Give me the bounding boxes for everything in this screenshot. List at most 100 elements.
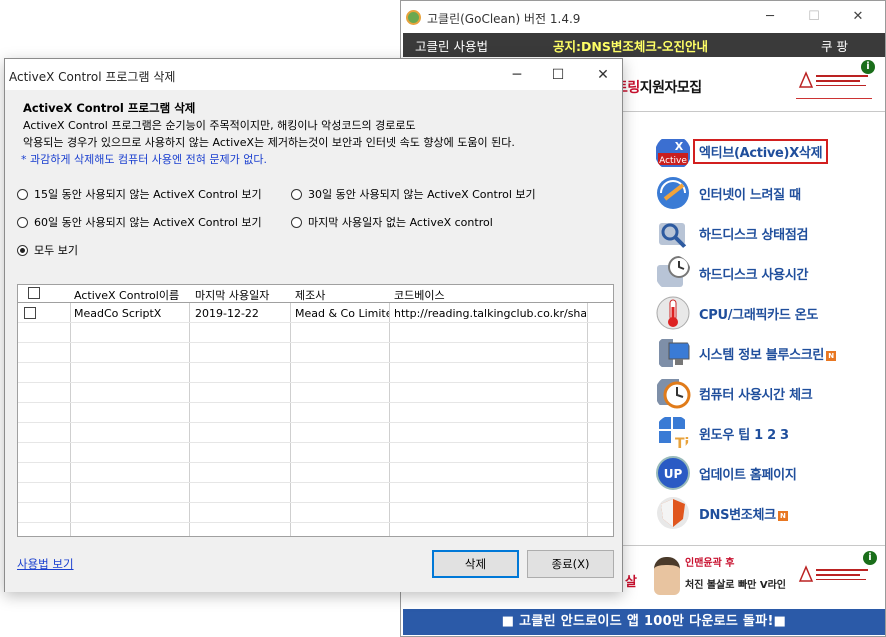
menu-item-usage-time-check[interactable]: 컴퓨터 사용시간 체크: [655, 375, 885, 411]
delete-button[interactable]: 삭제: [432, 550, 519, 578]
maximize-button[interactable]: ☐: [538, 63, 578, 87]
dialog-title: ActiveX Control 프로그램 삭제: [9, 70, 176, 84]
column-header-codebase[interactable]: 코드베이스: [394, 287, 445, 303]
disk-check-label: 하드디스크 상태점검: [699, 228, 809, 243]
menu-item-update[interactable]: UP 업데이트 홈페이지: [655, 455, 885, 491]
table-row: [18, 383, 613, 403]
radio-no-last-used[interactable]: 마지막 사용일자 없는 ActiveX control: [291, 214, 493, 230]
menu-item-windows-tip[interactable]: Tip 윈도우 팁 1 2 3: [655, 415, 885, 451]
menu-item-internet-slow[interactable]: 인터넷이 느려질 때: [655, 175, 885, 211]
ad-logo: [796, 563, 872, 593]
tip-icon: Tip: [659, 417, 691, 451]
activex-list-table[interactable]: ActiveX Control이름 마지막 사용일자 제조사 코드베이스 Mea…: [17, 284, 614, 537]
menu-usage-link[interactable]: 고클린 사용법: [415, 36, 488, 55]
minimize-button[interactable]: ─: [497, 63, 537, 87]
disk-time-icon: [657, 256, 690, 287]
column-header-name[interactable]: ActiveX Control이름: [74, 287, 179, 303]
shield-icon: [657, 497, 689, 529]
table-row: [18, 403, 613, 423]
table-row: [18, 343, 613, 363]
new-badge-icon: N: [777, 510, 788, 521]
activex-icon: Active X: [656, 139, 690, 167]
clock-icon: [657, 379, 691, 409]
dialog-note: * 과감하게 삭제해도 컴퓨터 사용엔 전혀 문제가 없다.: [21, 153, 267, 166]
radio-15days[interactable]: 15일 동안 사용되지 않는 ActiveX Control 보기: [17, 186, 262, 202]
menu-item-dns-check[interactable]: DNS변조체크 N: [655, 495, 885, 531]
row-checkbox[interactable]: [24, 307, 36, 319]
system-info-label: 시스템 정보 블루스크린 N: [699, 344, 837, 363]
svg-text:X: X: [675, 140, 684, 153]
radio-30days[interactable]: 30일 동안 사용되지 않는 ActiveX Control 보기: [291, 186, 536, 202]
radio-indicator: [17, 217, 28, 228]
dialog-titlebar: ActiveX Control 프로그램 삭제 ─ ☐ ✕: [5, 59, 622, 90]
goclean-app-icon: [406, 10, 421, 25]
menu-item-activex-delete[interactable]: Active X 엑티브(Active)X삭제: [655, 135, 885, 171]
radio-60days[interactable]: 60일 동안 사용되지 않는 ActiveX Control 보기: [17, 214, 262, 230]
description-line2: 악용되는 경우가 있으므로 사용하지 않는 ActiveX는 제거하는것이 보안…: [23, 136, 515, 149]
ad-logo-graphic: [798, 71, 868, 88]
dialog-description: ActiveX Control 프로그램은 순기능이 주목적이지만, 해킹이나 …: [23, 117, 613, 151]
close-button[interactable]: ✕: [843, 6, 873, 28]
windows-tip-label: 윈도우 팁 1 2 3: [699, 428, 789, 443]
system-info-icon: [659, 339, 690, 367]
dialog-body: ActiveX Control 프로그램 삭제 ActiveX Control …: [5, 90, 622, 592]
ad-person-image: [654, 557, 680, 595]
menu-notice-link[interactable]: 공지:DNS변조체크-오진안내: [553, 36, 708, 55]
svg-text:Active: Active: [659, 156, 687, 166]
menu-item-temperature[interactable]: CPU/그래픽카드 온도: [655, 295, 885, 331]
table-row: [18, 423, 613, 443]
temperature-label: CPU/그래픽카드 온도: [699, 308, 819, 323]
bottom-ad-text: 살: [625, 575, 637, 590]
radio-indicator: [291, 217, 302, 228]
cell-name: MeadCo ScriptX: [74, 307, 162, 320]
info-icon[interactable]: i: [861, 60, 875, 74]
internet-speed-icon: [657, 177, 689, 209]
status-banner[interactable]: ■ 고클린 안드로이드 앱 100만 다운로드 돌파!■: [403, 609, 885, 635]
svg-text:Tip: Tip: [675, 436, 691, 451]
table-row: [18, 483, 613, 503]
info-icon[interactable]: i: [863, 551, 877, 565]
menu-item-system-info[interactable]: 시스템 정보 블루스크린 N: [655, 335, 885, 371]
disk-check-icon: [659, 223, 687, 249]
promo-line1: 인맨윤곽 후: [685, 558, 735, 569]
activex-dialog: ActiveX Control 프로그램 삭제 ─ ☐ ✕ ActiveX Co…: [4, 58, 623, 592]
cell-codebase: http://reading.talkingclub.co.kr/shar...: [394, 307, 586, 320]
close-button[interactable]: ✕: [583, 63, 623, 87]
update-homepage-label: 업데이트 홈페이지: [699, 468, 797, 483]
goclean-titlebar: 고클린(GoClean) 버전 1.4.9 ─ ☐ ✕: [401, 1, 885, 33]
table-row: [18, 443, 613, 463]
dns-check-label: DNS변조체크 N: [699, 504, 788, 523]
minimize-button[interactable]: ─: [755, 6, 785, 28]
usage-guide-link[interactable]: 사용법 보기: [17, 556, 74, 572]
description-line1: ActiveX Control 프로그램은 순기능이 주목적이지만, 해킹이나 …: [23, 119, 416, 132]
new-badge-icon: N: [826, 350, 837, 361]
update-icon: UP: [656, 456, 690, 490]
dialog-heading: ActiveX Control 프로그램 삭제: [23, 101, 196, 115]
goclean-menubar: 고클린 사용법 공지:DNS변조체크-오진안내 쿠 팡: [403, 33, 885, 57]
radio-indicator: [291, 189, 302, 200]
menu-item-disk-check[interactable]: 하드디스크 상태점검: [655, 215, 885, 251]
column-header-manufacturer[interactable]: 제조사: [295, 287, 325, 303]
internet-slow-label: 인터넷이 느려질 때: [699, 188, 801, 203]
column-header-last-used[interactable]: 마지막 사용일자: [195, 287, 269, 303]
select-all-checkbox[interactable]: [28, 287, 40, 299]
table-row[interactable]: MeadCo ScriptX 2019-12-22 Mead & Co Limi…: [18, 303, 613, 323]
radio-indicator: [17, 189, 28, 200]
cell-last-used: 2019-12-22: [195, 307, 259, 320]
radio-indicator: [17, 245, 28, 256]
ad-logo-graphic: [798, 565, 868, 582]
promo-line2: 처진 볼살로 빠만 V라인: [685, 580, 786, 591]
usage-time-check-label: 컴퓨터 사용시간 체크: [699, 388, 813, 403]
menu-item-disk-usage-time[interactable]: 하드디스크 사용시간: [655, 255, 885, 291]
table-row: [18, 323, 613, 343]
ad-logo: [796, 69, 872, 99]
radio-show-all[interactable]: 모두 보기: [17, 242, 78, 258]
recruit-ad-text: 트링지원자모집: [615, 80, 702, 96]
maximize-button[interactable]: ☐: [799, 6, 829, 28]
cell-manufacturer: Mead & Co Limited: [295, 307, 389, 320]
table-row: [18, 463, 613, 483]
menu-coupon-link[interactable]: 쿠 팡: [821, 36, 848, 55]
exit-button[interactable]: 종료(X): [527, 550, 614, 578]
table-row: [18, 503, 613, 523]
temperature-icon: [656, 296, 690, 330]
